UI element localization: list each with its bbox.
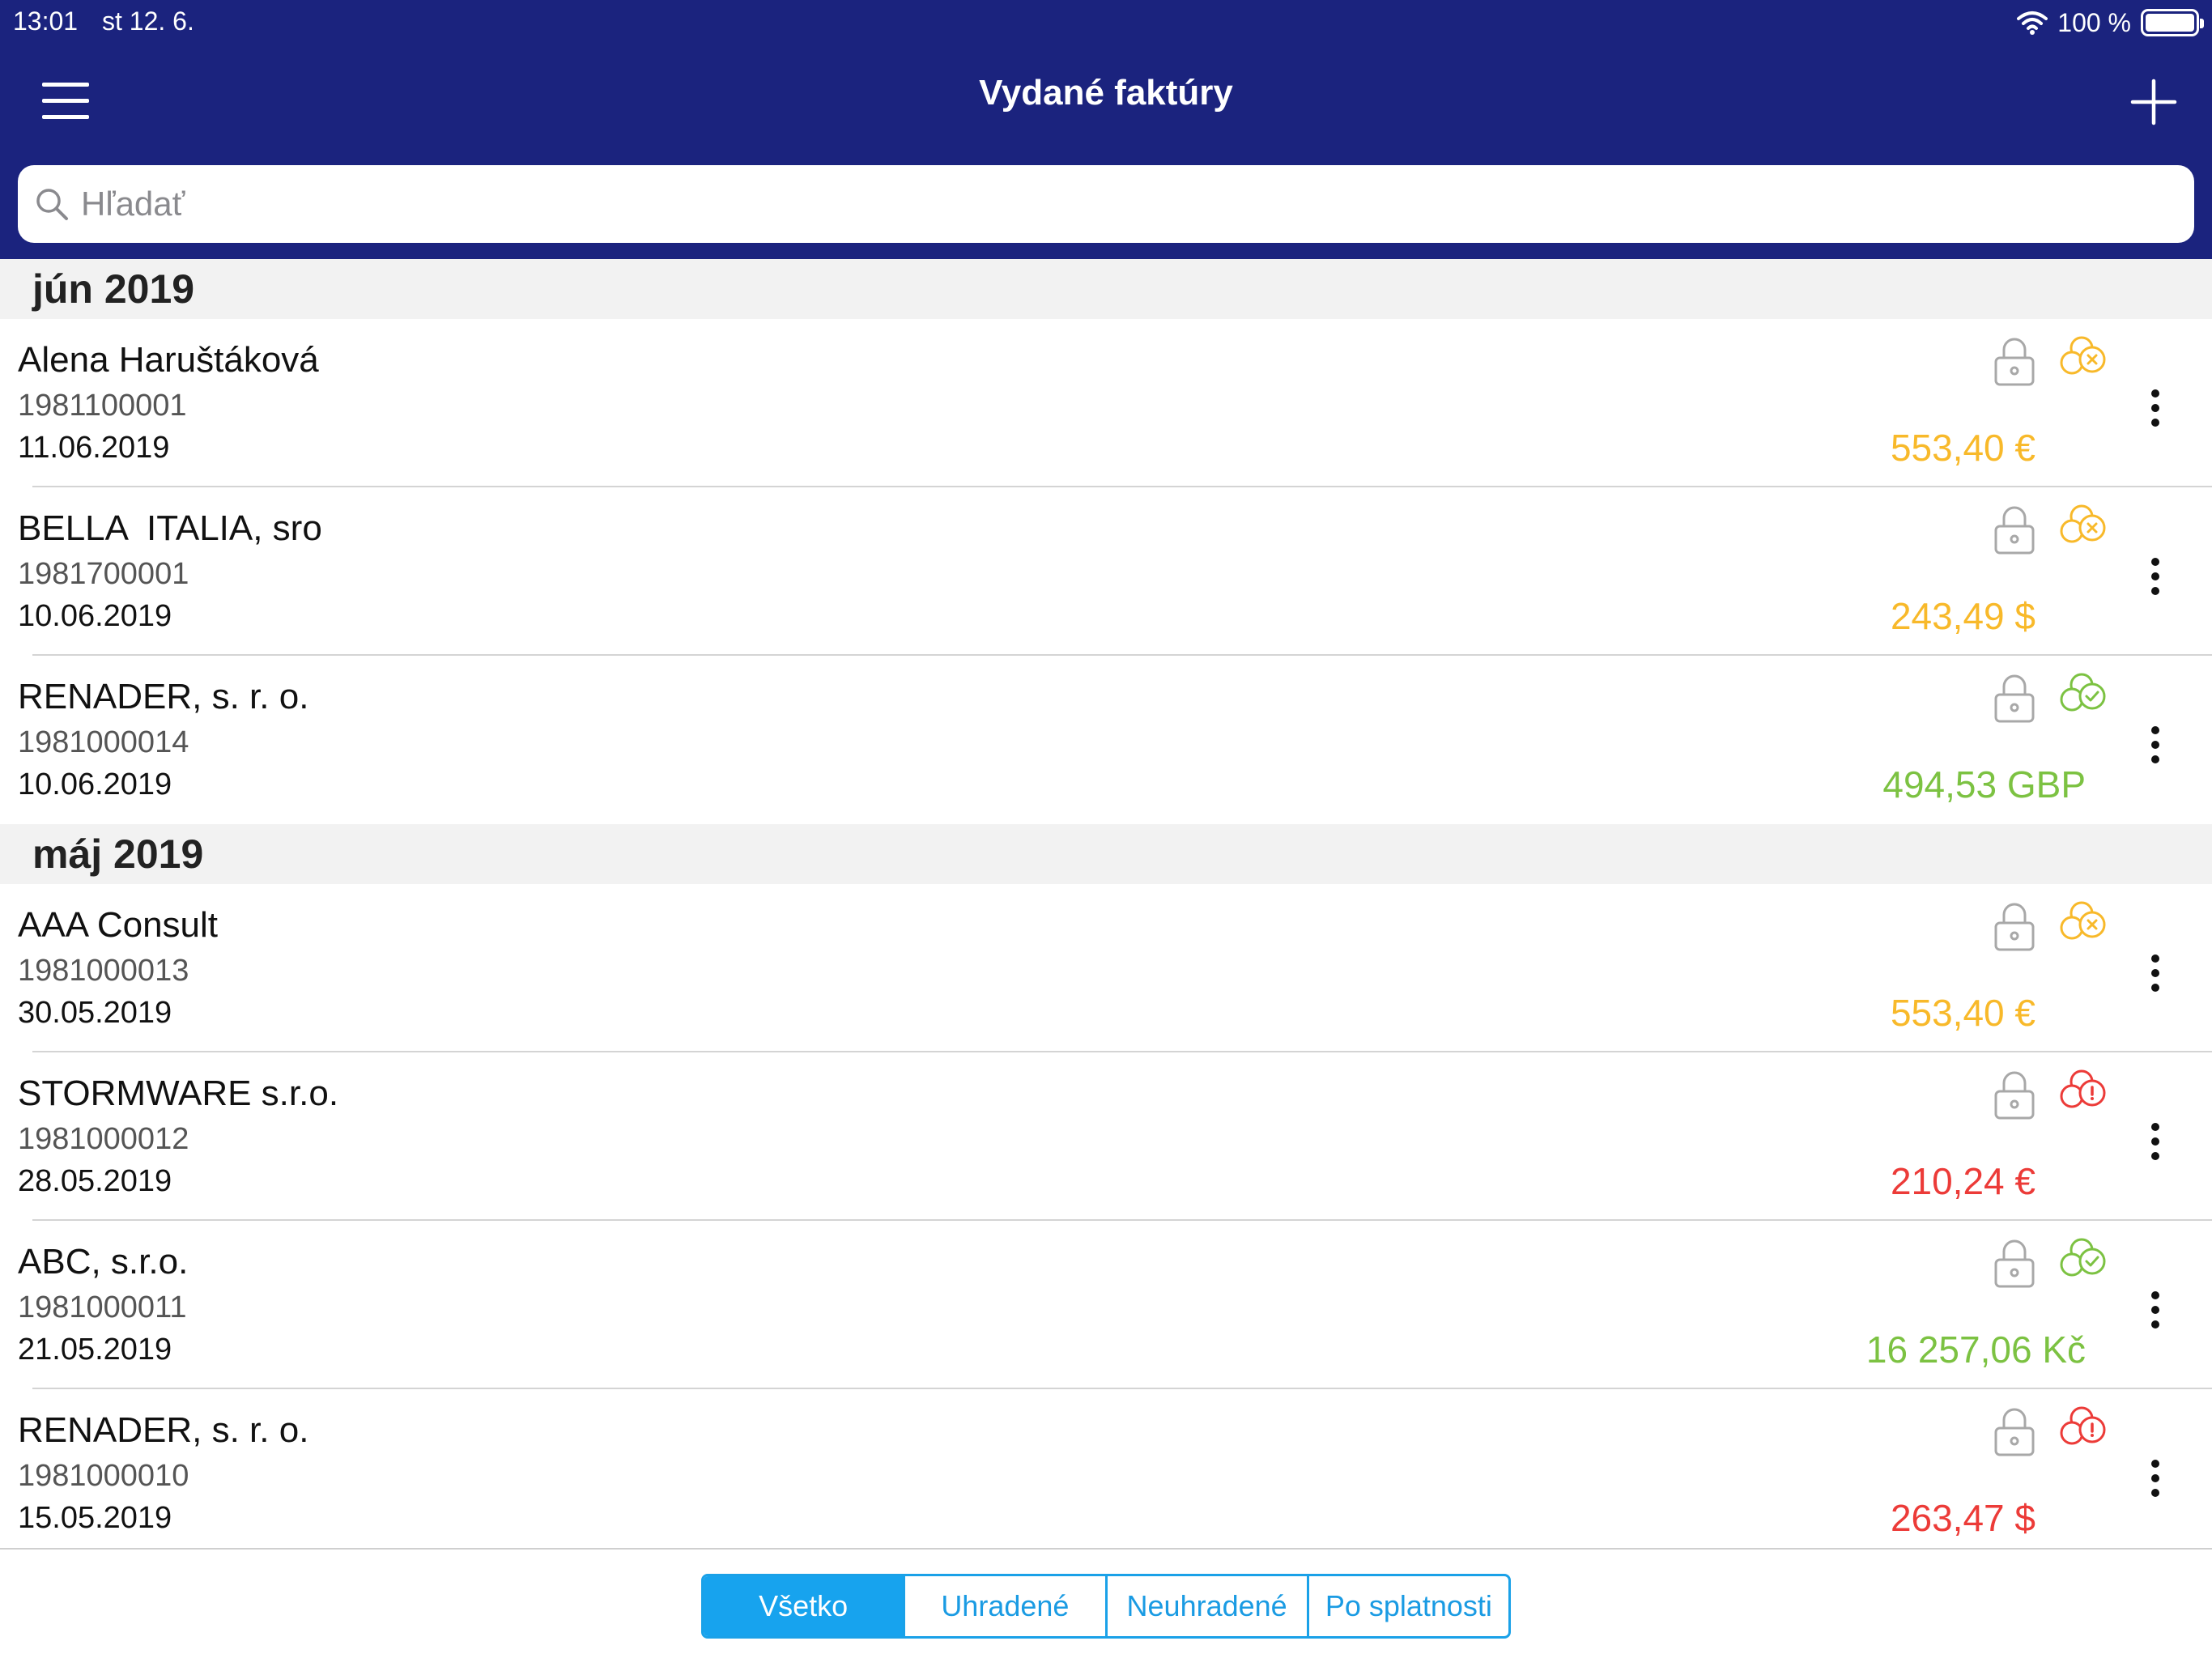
- status-time: 13:01: [13, 6, 79, 36]
- invoice-number: 1981000014: [18, 725, 189, 759]
- add-invoice-button[interactable]: [2128, 76, 2180, 128]
- navigation-bar: Vydané faktúry: [0, 45, 2212, 151]
- wifi-icon: [2017, 11, 2048, 35]
- invoice-amount: 16 257,06 Kč: [1865, 1329, 2086, 1371]
- invoice-date: 10.06.2019: [18, 599, 172, 633]
- top-bar: 13:01 st 12. 6. 100 % Vydané faktúry: [0, 0, 2212, 259]
- filter-paid-segment[interactable]: Uhradené: [903, 1576, 1104, 1636]
- more-options-button[interactable]: [2136, 544, 2175, 609]
- more-options-button[interactable]: [2136, 1109, 2175, 1174]
- status-bar: 13:01 st 12. 6. 100 %: [0, 0, 2212, 45]
- lock-icon: [1993, 1405, 2035, 1457]
- customer-name: ABC, s.r.o.: [18, 1242, 189, 1282]
- invoice-amount: 494,53 GBP: [1882, 763, 2086, 806]
- search-bar[interactable]: [18, 165, 2194, 243]
- invoice-number: 1981700001: [18, 557, 189, 591]
- customer-name: RENADER, s. r. o.: [18, 677, 309, 716]
- coins-alert-icon: [2057, 1067, 2112, 1119]
- invoice-amount: 553,40 €: [1890, 427, 2035, 469]
- status-filter-control: Všetko Uhradené Neuhradené Po splatnosti: [701, 1574, 1511, 1639]
- coins-x-icon: [2057, 334, 2112, 385]
- invoice-row[interactable]: Alena Haruštáková 1981100001 11.06.2019 553…: [0, 319, 2212, 487]
- invoice-number: 1981000013: [18, 954, 189, 988]
- invoice-amount: 210,24 €: [1890, 1160, 2035, 1202]
- customer-name: Alena Haruštáková: [18, 340, 319, 380]
- lock-icon: [1993, 504, 2035, 555]
- more-options-button[interactable]: [2136, 1278, 2175, 1342]
- lock-icon: [1993, 672, 2035, 724]
- lock-icon: [1993, 335, 2035, 387]
- customer-name: RENADER, s. r. o.: [18, 1410, 309, 1450]
- bottom-filter-bar: Všetko Uhradené Neuhradené Po splatnosti: [0, 1548, 2212, 1658]
- filter-overdue-segment[interactable]: Po splatnosti: [1306, 1576, 1508, 1636]
- invoice-number: 1981000010: [18, 1459, 189, 1493]
- more-options-button[interactable]: [2136, 941, 2175, 1005]
- customer-name: BELLA ITALIA, sro: [18, 508, 322, 548]
- invoice-row[interactable]: STORMWARE s.r.o. 1981000012 28.05.2019 210,…: [0, 1052, 2212, 1221]
- lock-icon: [1993, 1237, 2035, 1289]
- lock-icon: [1993, 1069, 2035, 1120]
- invoice-amount: 263,47 $: [1890, 1497, 2035, 1539]
- invoice-amount: 553,40 €: [1890, 992, 2035, 1034]
- invoice-row[interactable]: AAA Consult 1981000013 30.05.2019 553,40 €: [0, 884, 2212, 1052]
- invoice-number: 1981000011: [18, 1290, 187, 1324]
- invoice-row[interactable]: RENADER, s. r. o. 1981000014 10.06.2019 494…: [0, 656, 2212, 824]
- invoice-row[interactable]: RENADER, s. r. o. 1981000010 15.05.2019 263…: [0, 1389, 2212, 1558]
- lock-icon: [1993, 900, 2035, 952]
- more-options-button[interactable]: [2136, 376, 2175, 440]
- coins-x-icon: [2057, 899, 2112, 950]
- invoice-amount: 243,49 $: [1890, 595, 2035, 637]
- battery-percent: 100 %: [2057, 7, 2131, 37]
- coins-check-icon: [2057, 1235, 2112, 1287]
- customer-name: AAA Consult: [18, 905, 219, 945]
- invoice-number: 1981100001: [18, 389, 187, 423]
- coins-check-icon: [2057, 670, 2112, 722]
- coins-x-icon: [2057, 502, 2112, 554]
- invoice-row[interactable]: ABC, s.r.o. 1981000011 21.05.2019 16 257,06…: [0, 1221, 2212, 1389]
- search-input[interactable]: [79, 165, 2176, 243]
- more-options-button[interactable]: [2136, 712, 2175, 777]
- invoice-number: 1981000012: [18, 1122, 189, 1156]
- invoice-date: 28.05.2019: [18, 1164, 172, 1198]
- invoice-date: 21.05.2019: [18, 1333, 172, 1367]
- status-date: st 12. 6.: [102, 6, 194, 36]
- search-icon: [36, 189, 68, 220]
- invoice-row[interactable]: BELLA ITALIA, sro 1981700001 10.06.2019 243…: [0, 487, 2212, 656]
- invoice-date: 11.06.2019: [18, 431, 170, 465]
- customer-name: STORMWARE s.r.o.: [18, 1073, 339, 1113]
- page-title: Vydané faktúry: [979, 73, 1233, 113]
- invoice-date: 30.05.2019: [18, 996, 172, 1030]
- filter-unpaid-segment[interactable]: Neuhradené: [1104, 1576, 1307, 1636]
- invoice-list: jún 2019 Alena Haruštáková 1981100001 11.06…: [0, 259, 2212, 1558]
- invoice-date: 15.05.2019: [18, 1501, 172, 1535]
- section-header: máj 2019: [0, 824, 2212, 884]
- battery-icon: [2141, 9, 2204, 36]
- section-header: jún 2019: [0, 259, 2212, 319]
- coins-alert-icon: [2057, 1404, 2112, 1456]
- more-options-button[interactable]: [2136, 1446, 2175, 1511]
- invoice-date: 10.06.2019: [18, 767, 172, 801]
- status-right: 100 %: [2017, 5, 2204, 40]
- filter-all-segment[interactable]: Všetko: [704, 1576, 904, 1636]
